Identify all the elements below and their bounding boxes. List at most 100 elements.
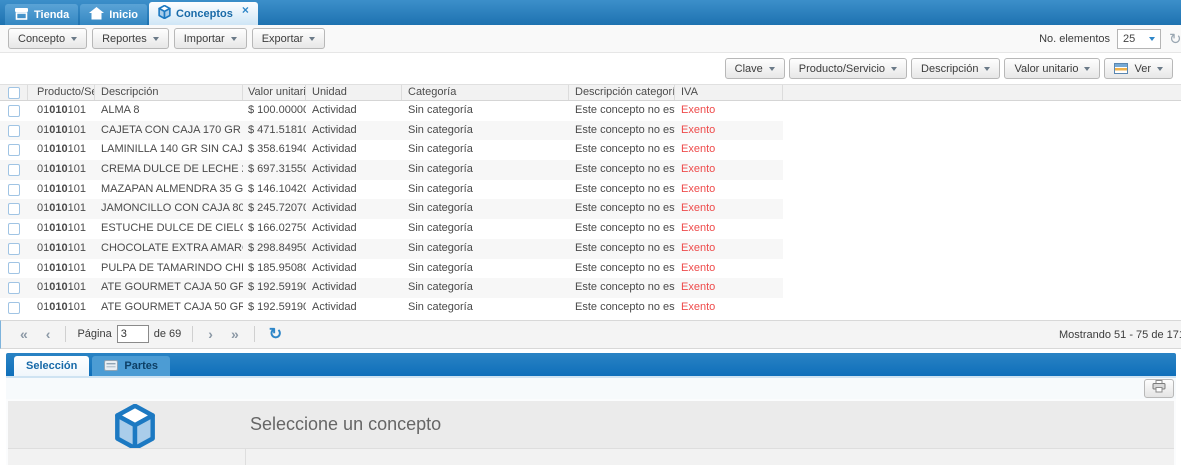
- reportes-menu-button[interactable]: Reportes: [92, 28, 169, 49]
- row-checkbox[interactable]: [8, 243, 20, 255]
- row-checkbox-cell: [0, 298, 28, 318]
- table-row[interactable]: 01010101ALMA 8$ 100.000000ActividadSin c…: [0, 101, 783, 121]
- cell-categoria: Sin categoría: [402, 239, 569, 259]
- select-all-checkbox[interactable]: [8, 87, 20, 99]
- table-row[interactable]: 01010101JAMONCILLO CON CAJA 80 GR$ 245.7…: [0, 199, 783, 219]
- row-checkbox-cell: [0, 199, 28, 219]
- row-checkbox-cell: [0, 160, 28, 180]
- refresh-icon[interactable]: ↻: [261, 324, 290, 344]
- ver-button[interactable]: Ver: [1104, 58, 1173, 79]
- cell-iva: Exento: [675, 199, 783, 219]
- caret-down-icon: [71, 37, 77, 41]
- table-row[interactable]: 01010101LAMINILLA 140 GR SIN CAJA$ 358.6…: [0, 140, 783, 160]
- column-header-descripcion[interactable]: Descripción: [95, 85, 243, 100]
- menu-label: Reportes: [102, 33, 147, 45]
- cell-descripcion: CAJETA CON CAJA 170 GR: [95, 121, 243, 141]
- table-row[interactable]: 01010101ATE GOURMET CAJA 50 GR$ 192.5919…: [0, 298, 783, 318]
- page-number-input[interactable]: [117, 325, 149, 343]
- cell-producto-servicio: 01010101: [28, 101, 95, 121]
- print-button[interactable]: [1144, 379, 1174, 398]
- cell-producto-servicio: 01010101: [28, 199, 95, 219]
- cell-iva: Exento: [675, 298, 783, 318]
- cell-valor-unitario: $ 185.950800: [243, 259, 306, 279]
- cell-unidad: Actividad: [306, 160, 402, 180]
- cell-unidad: Actividad: [306, 239, 402, 259]
- cell-valor-unitario: $ 298.849500: [243, 239, 306, 259]
- row-checkbox[interactable]: [8, 302, 20, 314]
- column-header-categoria[interactable]: Categoría: [402, 85, 569, 100]
- separator: [192, 326, 193, 342]
- caret-down-icon: [309, 37, 315, 41]
- cell-categoria: Sin categoría: [402, 180, 569, 200]
- table-row[interactable]: 01010101CHOCOLATE EXTRA AMARGO CHICO ...…: [0, 239, 783, 259]
- tab-seleccion[interactable]: Selección: [14, 356, 89, 376]
- table-row[interactable]: 01010101PULPA DE TAMARINDO CHILE/AZUCA..…: [0, 259, 783, 279]
- cube-icon: [158, 5, 171, 22]
- tab-inicio[interactable]: Inicio: [80, 4, 147, 25]
- column-header-valor-unitario[interactable]: Valor unitario: [243, 85, 306, 100]
- valor-unitario-filter-button[interactable]: Valor unitario: [1004, 58, 1100, 79]
- row-checkbox[interactable]: [8, 282, 20, 294]
- tab-conceptos[interactable]: Conceptos ×: [149, 2, 258, 25]
- cell-descripcion: CREMA DULCE DE LECHE 250 ML: [95, 160, 243, 180]
- tab-partes[interactable]: Partes: [92, 356, 170, 376]
- cell-categoria: Sin categoría: [402, 140, 569, 160]
- cell-descripcion: MAZAPAN ALMENDRA 35 GR: [95, 180, 243, 200]
- table-row[interactable]: 01010101ESTUCHE DULCE DE CIELO 70 GR$ 16…: [0, 219, 783, 239]
- cell-descripcion-categoria: Este concepto no est...: [569, 101, 675, 121]
- cell-descripcion: JAMONCILLO CON CAJA 80 GR: [95, 199, 243, 219]
- row-checkbox[interactable]: [8, 223, 20, 235]
- store-icon: [14, 7, 29, 23]
- last-page-button[interactable]: »: [222, 326, 248, 342]
- refresh-icon[interactable]: ↻: [1169, 30, 1181, 48]
- tab-tienda[interactable]: Tienda: [5, 4, 78, 25]
- column-header-iva[interactable]: IVA: [675, 85, 783, 100]
- table-row[interactable]: 01010101CREMA DULCE DE LECHE 250 ML$ 697…: [0, 160, 783, 180]
- importar-menu-button[interactable]: Importar: [174, 28, 247, 49]
- selected-value: 25: [1123, 33, 1135, 45]
- next-page-button[interactable]: ›: [199, 326, 222, 342]
- cell-iva: Exento: [675, 140, 783, 160]
- prev-page-button[interactable]: ‹: [37, 326, 60, 342]
- concepto-menu-button[interactable]: Concepto: [8, 28, 87, 49]
- row-checkbox[interactable]: [8, 125, 20, 137]
- app-window: Tienda Inicio Conceptos × Concepto Repor…: [0, 0, 1181, 470]
- column-header-producto[interactable]: Producto/Servi...: [28, 85, 95, 100]
- row-checkbox[interactable]: [8, 262, 20, 274]
- row-checkbox[interactable]: [8, 184, 20, 196]
- clave-filter-button[interactable]: Clave: [725, 58, 785, 79]
- separator: [65, 326, 66, 342]
- grid-body: 01010101ALMA 8$ 100.000000ActividadSin c…: [0, 101, 783, 318]
- cell-unidad: Actividad: [306, 199, 402, 219]
- cell-valor-unitario: $ 245.720700: [243, 199, 306, 219]
- detail-tab-bar: Selección Partes: [6, 353, 1176, 376]
- table-row[interactable]: 01010101ATE GOURMET CAJA 50 GR$ 192.5919…: [0, 278, 783, 298]
- paging-status-text: Mostrando 51 - 75 de 171: [1059, 329, 1181, 341]
- column-header-descripcion-categoria[interactable]: Descripción categoría: [569, 85, 675, 100]
- cell-unidad: Actividad: [306, 180, 402, 200]
- selection-panel-footer: [8, 448, 1174, 465]
- exportar-menu-button[interactable]: Exportar: [252, 28, 326, 49]
- cell-unidad: Actividad: [306, 278, 402, 298]
- producto-servicio-filter-button[interactable]: Producto/Servicio: [789, 58, 907, 79]
- empty-selection-message: Seleccione un concepto: [250, 414, 441, 435]
- close-icon[interactable]: ×: [242, 5, 249, 15]
- row-checkbox[interactable]: [8, 144, 20, 156]
- column-header-unidad[interactable]: Unidad: [306, 85, 402, 100]
- row-checkbox[interactable]: [8, 164, 20, 176]
- first-page-button[interactable]: «: [11, 326, 37, 342]
- cell-iva: Exento: [675, 121, 783, 141]
- pagination-bar: « ‹ Página de 69 › » ↻ Mostrando 51 - 75…: [0, 320, 1181, 349]
- table-row[interactable]: 01010101CAJETA CON CAJA 170 GR$ 471.5181…: [0, 121, 783, 141]
- cell-producto-servicio: 01010101: [28, 140, 95, 160]
- separator: [254, 326, 255, 342]
- elements-count-select[interactable]: 25: [1117, 29, 1161, 49]
- table-row[interactable]: 01010101MAZAPAN ALMENDRA 35 GR$ 146.1042…: [0, 180, 783, 200]
- descripcion-filter-button[interactable]: Descripción: [911, 58, 1000, 79]
- row-checkbox-cell: [0, 180, 28, 200]
- row-checkbox[interactable]: [8, 105, 20, 117]
- row-checkbox[interactable]: [8, 203, 20, 215]
- cell-descripcion-categoria: Este concepto no est...: [569, 278, 675, 298]
- cell-valor-unitario: $ 697.315500: [243, 160, 306, 180]
- cell-descripcion-categoria: Este concepto no est...: [569, 160, 675, 180]
